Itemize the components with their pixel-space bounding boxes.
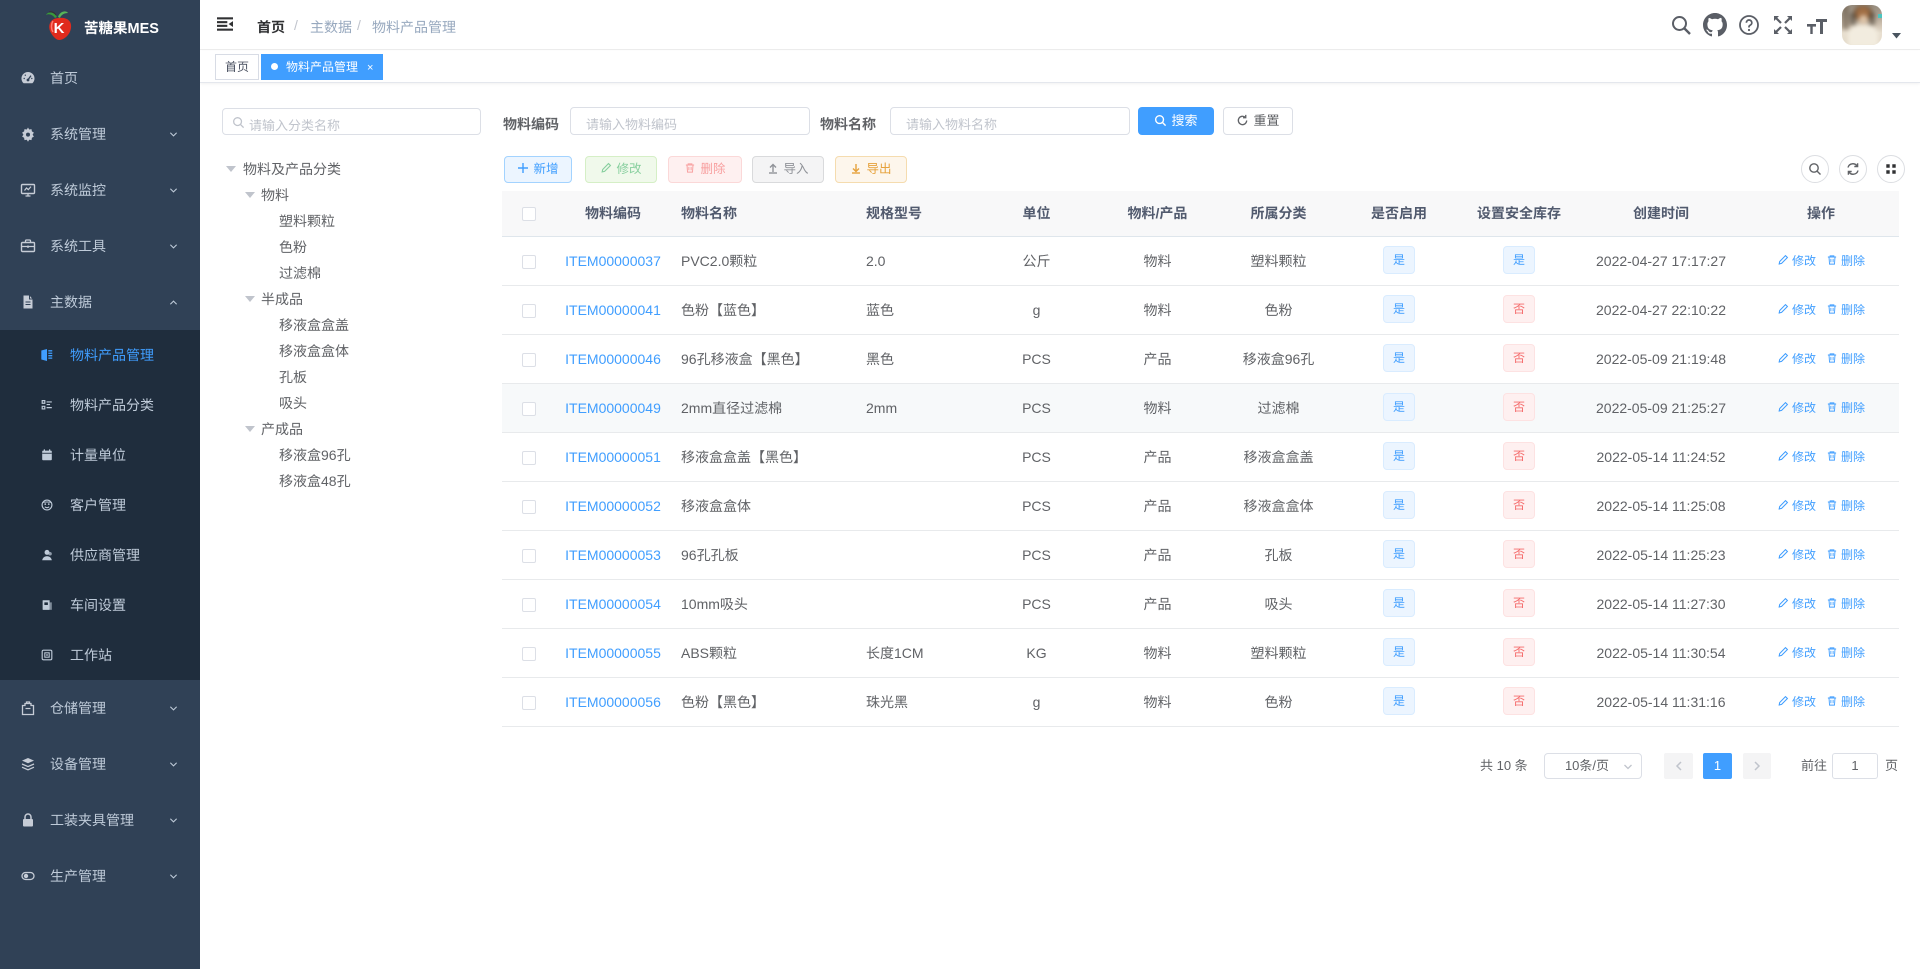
svg-text:K: K: [54, 20, 65, 37]
